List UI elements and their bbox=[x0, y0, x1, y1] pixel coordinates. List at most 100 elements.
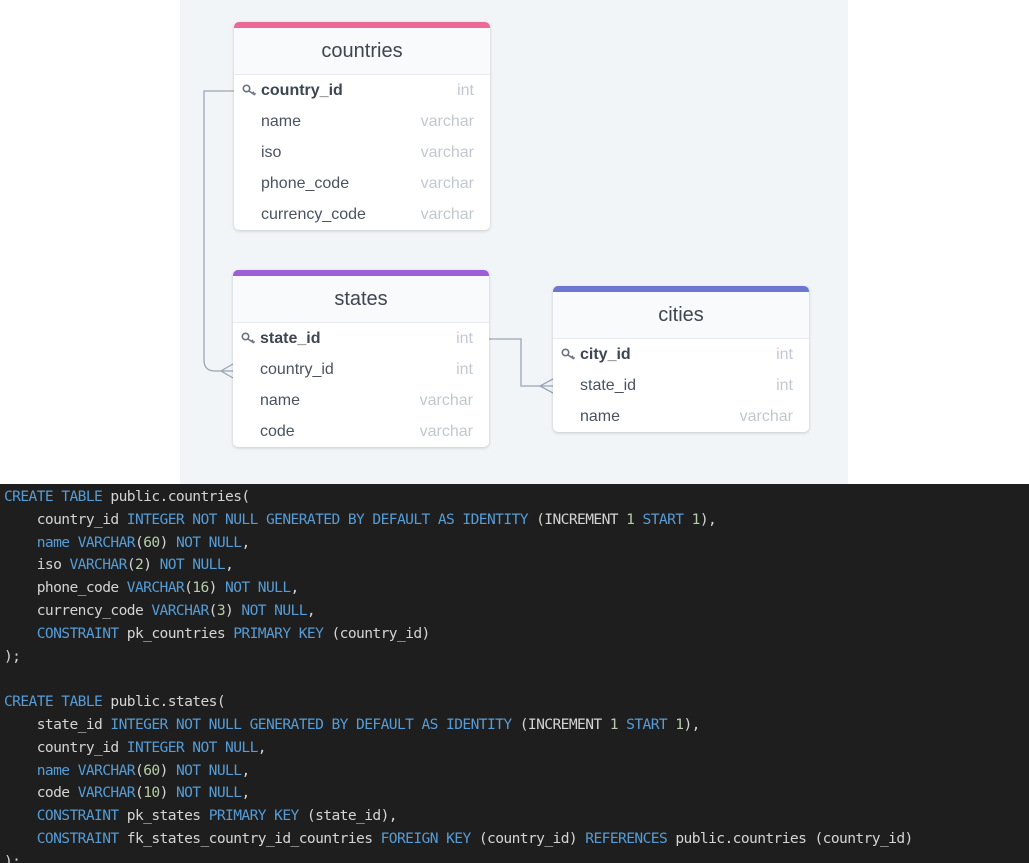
code-line: code VARCHAR(10) NOT NULL, bbox=[4, 781, 251, 804]
sql-number: 60 bbox=[143, 533, 160, 551]
sql-text: (state_id), bbox=[298, 807, 398, 825]
code-line: iso VARCHAR(2) NOT NULL, bbox=[4, 553, 234, 576]
table-states[interactable]: states state_id int country_id int name varcha… bbox=[233, 270, 489, 447]
sql-text: ( bbox=[208, 602, 218, 619]
code-line: CREATE TABLE public.countries( bbox=[4, 485, 250, 508]
code-line: CONSTRAINT pk_states PRIMARY KEY (state_… bbox=[4, 804, 398, 827]
table-cities[interactable]: cities city_id int state_id int name varchar bbox=[553, 286, 809, 432]
field-row[interactable]: state_id int bbox=[553, 370, 809, 401]
table-header[interactable]: cities bbox=[553, 292, 809, 339]
sql-text: ), bbox=[683, 716, 700, 733]
sql-keyword: NOT NULL bbox=[175, 784, 242, 802]
field-type: int bbox=[776, 377, 793, 394]
sql-code-editor[interactable]: CREATE TABLE public.countries( country_i… bbox=[0, 484, 1029, 863]
sql-text: (INCREMENT bbox=[527, 510, 627, 528]
sql-keyword: VARCHAR bbox=[69, 556, 128, 574]
sql-text: ), bbox=[699, 510, 717, 528]
sql-text: currency_code bbox=[4, 602, 152, 619]
table-countries[interactable]: countries country_id int name varchar iso varc… bbox=[234, 22, 490, 230]
sql-text: , bbox=[241, 784, 250, 802]
field-row[interactable]: name varchar bbox=[233, 385, 489, 416]
field-row[interactable]: name varchar bbox=[234, 106, 490, 137]
field-type: varchar bbox=[420, 206, 474, 223]
field-name: name bbox=[580, 408, 621, 425]
field-type: varchar bbox=[739, 408, 793, 425]
sql-keyword: REFERENCES bbox=[585, 830, 668, 847]
sql-text: fk_states_country_id_countries bbox=[118, 830, 381, 847]
field-name: state_id bbox=[260, 330, 321, 347]
field-type: int bbox=[776, 346, 793, 363]
sql-keyword: INTEGER NOT NULL GENERATED BY DEFAULT AS… bbox=[126, 510, 529, 528]
sql-text: country_id bbox=[4, 738, 127, 756]
sql-number: 16 bbox=[192, 579, 209, 597]
sql-keyword: CONSTRAINT bbox=[36, 830, 119, 847]
table-header[interactable]: countries bbox=[234, 28, 490, 75]
sql-keyword: VARCHAR bbox=[77, 533, 136, 551]
field-type: int bbox=[456, 361, 473, 378]
table-name: countries bbox=[321, 39, 403, 62]
code-line: CONSTRAINT fk_states_country_id_countrie… bbox=[4, 827, 914, 850]
field-row[interactable]: iso varchar bbox=[234, 137, 490, 168]
code-line: CREATE TABLE public.states( bbox=[4, 690, 226, 713]
sql-text: ) bbox=[225, 602, 242, 619]
sql-keyword: CONSTRAINT bbox=[36, 624, 119, 642]
table-name: states bbox=[334, 287, 388, 310]
field-row[interactable]: code varchar bbox=[233, 416, 489, 447]
sql-text: pk_countries bbox=[118, 624, 234, 642]
code-line: state_id INTEGER NOT NULL GENERATED BY D… bbox=[4, 713, 701, 736]
field-row[interactable]: name varchar bbox=[553, 401, 809, 432]
sql-number: 2 bbox=[135, 556, 144, 574]
field-name: state_id bbox=[580, 377, 637, 394]
sql-text: ( bbox=[135, 784, 144, 802]
sql-text: (country_id) bbox=[470, 830, 586, 847]
field-type: int bbox=[457, 82, 474, 99]
field-type: varchar bbox=[419, 392, 473, 409]
table-header[interactable]: states bbox=[233, 276, 489, 323]
sql-keyword: START bbox=[617, 716, 668, 733]
sql-text: , bbox=[306, 602, 316, 619]
sql-keyword: CREATE TABLE bbox=[4, 488, 103, 505]
sql-keyword: NOT NULL bbox=[159, 556, 226, 574]
sql-text: (country_id) bbox=[323, 624, 430, 642]
field-name: phone_code bbox=[261, 175, 350, 192]
relationship-lines bbox=[203, 90, 554, 394]
sql-text: ) bbox=[208, 579, 226, 597]
sql-keyword: VARCHAR bbox=[77, 784, 136, 802]
sql-text: , bbox=[225, 556, 234, 574]
sql-keyword: PRIMARY KEY bbox=[233, 624, 324, 642]
field-type: varchar bbox=[420, 175, 474, 192]
field-name: code bbox=[260, 423, 295, 440]
field-type: varchar bbox=[419, 423, 473, 440]
sql-text: ) bbox=[159, 784, 176, 802]
field-row[interactable]: phone_code varchar bbox=[234, 168, 490, 199]
sql-text: ); bbox=[4, 647, 21, 665]
key-icon bbox=[241, 332, 256, 344]
sql-text: code bbox=[4, 784, 78, 802]
sql-keyword: START bbox=[634, 510, 685, 528]
sql-number: 10 bbox=[143, 784, 160, 802]
field-name: name bbox=[261, 113, 302, 130]
sql-keyword: NOT NULL bbox=[225, 579, 291, 597]
field-row[interactable]: city_id int bbox=[553, 339, 809, 370]
field-row[interactable]: country_id int bbox=[234, 75, 490, 106]
sql-text: ) bbox=[159, 761, 176, 779]
sql-text: (INCREMENT bbox=[511, 716, 610, 733]
sql-keyword: name bbox=[36, 533, 70, 551]
field-name: country_id bbox=[261, 82, 343, 99]
sql-text: , bbox=[241, 533, 250, 551]
sql-text: ( bbox=[126, 556, 136, 574]
field-name: iso bbox=[261, 144, 282, 161]
code-line: country_id INTEGER NOT NULL, bbox=[4, 736, 267, 759]
sql-keyword: CREATE TABLE bbox=[4, 693, 103, 711]
field-row[interactable]: country_id int bbox=[233, 354, 489, 385]
field-row[interactable]: state_id int bbox=[233, 323, 489, 354]
field-row[interactable]: currency_code varchar bbox=[234, 199, 490, 230]
sql-text: , bbox=[290, 579, 300, 597]
code-line: ); bbox=[4, 850, 21, 863]
sql-text: public.countries( bbox=[102, 488, 250, 505]
